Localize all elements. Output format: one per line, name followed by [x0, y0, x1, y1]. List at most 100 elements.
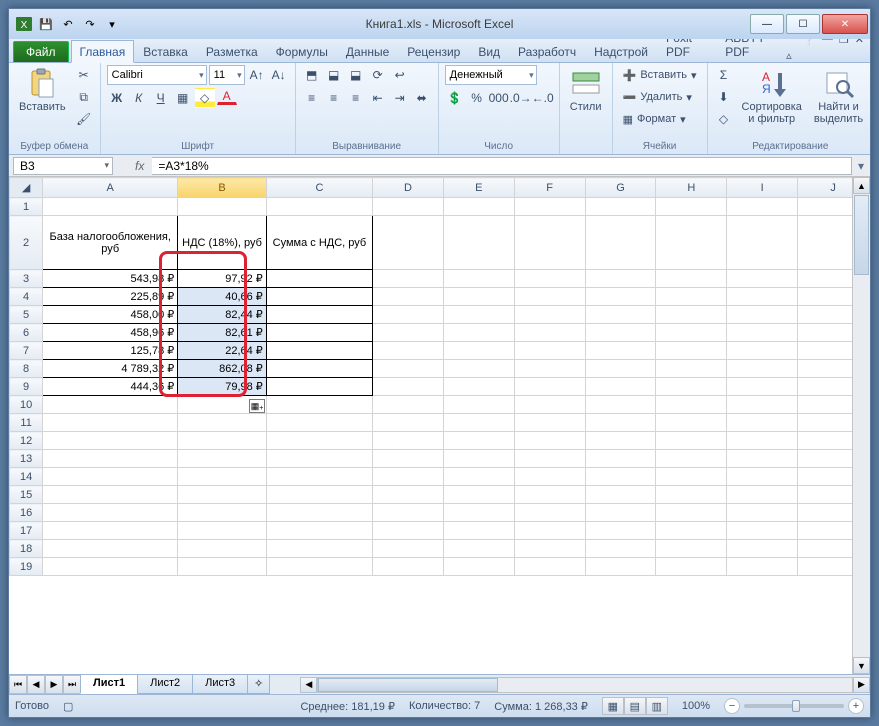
cell[interactable] [373, 522, 444, 540]
cell[interactable] [798, 468, 852, 486]
cell[interactable] [43, 558, 178, 576]
tab-formulas[interactable]: Формулы [267, 40, 337, 62]
grid[interactable]: ◢ A B C D E F G H I J 12База налогооблож… [9, 177, 852, 674]
italic-icon[interactable]: К [129, 88, 149, 108]
cell[interactable] [727, 522, 798, 540]
cell[interactable] [373, 216, 444, 270]
spreadsheet-grid[interactable]: ◢ A B C D E F G H I J 12База налогооблож… [9, 177, 852, 576]
font-name-combo[interactable]: Calibri [107, 65, 207, 85]
cell[interactable] [373, 504, 444, 522]
cell[interactable] [727, 558, 798, 576]
align-bottom-icon[interactable]: ⬓ [346, 65, 366, 85]
cell[interactable] [514, 288, 585, 306]
row-header[interactable]: 11 [10, 414, 43, 432]
tab-data[interactable]: Данные [337, 40, 398, 62]
cell[interactable] [266, 198, 372, 216]
redo-icon[interactable]: ↷ [81, 15, 99, 33]
tab-review[interactable]: Рецензир [398, 40, 469, 62]
cell[interactable] [727, 378, 798, 396]
cell[interactable]: Сумма с НДС, руб [266, 216, 372, 270]
cell[interactable] [656, 396, 727, 414]
cell[interactable] [514, 198, 585, 216]
find-select-button[interactable]: Найти и выделить [810, 65, 867, 127]
cell[interactable]: 79,98 ₽ [178, 378, 267, 396]
scroll-thumb-h[interactable] [318, 678, 498, 692]
autofill-options-icon[interactable]: ▦+ [249, 399, 265, 413]
format-painter-icon[interactable]: 🖌 [74, 109, 94, 129]
cell[interactable]: НДС (18%), руб [178, 216, 267, 270]
font-size-combo[interactable]: 11 [209, 65, 245, 85]
cell[interactable] [266, 540, 372, 558]
cell[interactable] [373, 378, 444, 396]
cell[interactable] [373, 468, 444, 486]
undo-icon[interactable]: ↶ [59, 15, 77, 33]
cell[interactable] [656, 270, 727, 288]
tab-pagelayout[interactable]: Разметка [197, 40, 267, 62]
cell[interactable] [656, 360, 727, 378]
cell[interactable] [443, 360, 514, 378]
cell[interactable] [585, 558, 656, 576]
cell[interactable] [43, 504, 178, 522]
cell[interactable] [443, 306, 514, 324]
cell[interactable] [178, 432, 267, 450]
cell[interactable] [266, 450, 372, 468]
cut-icon[interactable]: ✂ [74, 65, 94, 85]
cell[interactable] [585, 270, 656, 288]
cell[interactable] [798, 450, 852, 468]
cell[interactable] [656, 306, 727, 324]
col-header-b[interactable]: B [178, 178, 267, 198]
currency-icon[interactable]: 💲 [445, 88, 465, 108]
font-color-icon[interactable]: A [217, 88, 237, 105]
cell[interactable] [585, 432, 656, 450]
cell[interactable]: 40,66 ₽ [178, 288, 267, 306]
underline-icon[interactable]: Ч [151, 88, 171, 108]
cell[interactable] [656, 288, 727, 306]
cell[interactable] [514, 504, 585, 522]
cell[interactable] [443, 414, 514, 432]
cell[interactable]: 458,96 ₽ [43, 324, 178, 342]
scroll-down-icon[interactable]: ▼ [853, 657, 870, 674]
cell[interactable] [585, 396, 656, 414]
cell[interactable] [43, 540, 178, 558]
cell[interactable] [585, 540, 656, 558]
cell[interactable] [514, 306, 585, 324]
cell[interactable] [43, 486, 178, 504]
cell[interactable] [798, 198, 852, 216]
cell[interactable] [178, 468, 267, 486]
cell[interactable] [373, 270, 444, 288]
cell[interactable] [656, 432, 727, 450]
cell[interactable] [43, 450, 178, 468]
scroll-up-icon[interactable]: ▲ [853, 177, 870, 194]
cell[interactable] [656, 378, 727, 396]
cell[interactable] [43, 414, 178, 432]
align-top-icon[interactable]: ⬒ [302, 65, 322, 85]
col-header-f[interactable]: F [514, 178, 585, 198]
cell[interactable] [514, 378, 585, 396]
cell[interactable] [514, 450, 585, 468]
cell[interactable] [798, 306, 852, 324]
cell[interactable] [443, 432, 514, 450]
col-header-i[interactable]: I [727, 178, 798, 198]
cell[interactable] [443, 198, 514, 216]
cell[interactable]: 125,78 ₽ [43, 342, 178, 360]
number-format-combo[interactable]: Денежный [445, 65, 537, 85]
tab-nav-prev-icon[interactable]: ◀ [27, 675, 45, 694]
border-icon[interactable]: ▦ [173, 88, 193, 108]
cell[interactable]: 97,92 ₽ [178, 270, 267, 288]
row-header[interactable]: 12 [10, 432, 43, 450]
cell[interactable] [373, 432, 444, 450]
cell[interactable] [798, 324, 852, 342]
cell[interactable] [656, 324, 727, 342]
cell[interactable]: 82,44 ₽ [178, 306, 267, 324]
percent-icon[interactable]: % [467, 88, 487, 108]
cell[interactable] [266, 504, 372, 522]
cell[interactable] [585, 360, 656, 378]
row-header[interactable]: 1 [10, 198, 43, 216]
row-header[interactable]: 7 [10, 342, 43, 360]
new-sheet-icon[interactable]: ✧ [247, 675, 270, 694]
cell[interactable] [585, 468, 656, 486]
cell[interactable] [585, 486, 656, 504]
cell[interactable] [373, 450, 444, 468]
cell[interactable] [443, 378, 514, 396]
cell[interactable] [266, 432, 372, 450]
